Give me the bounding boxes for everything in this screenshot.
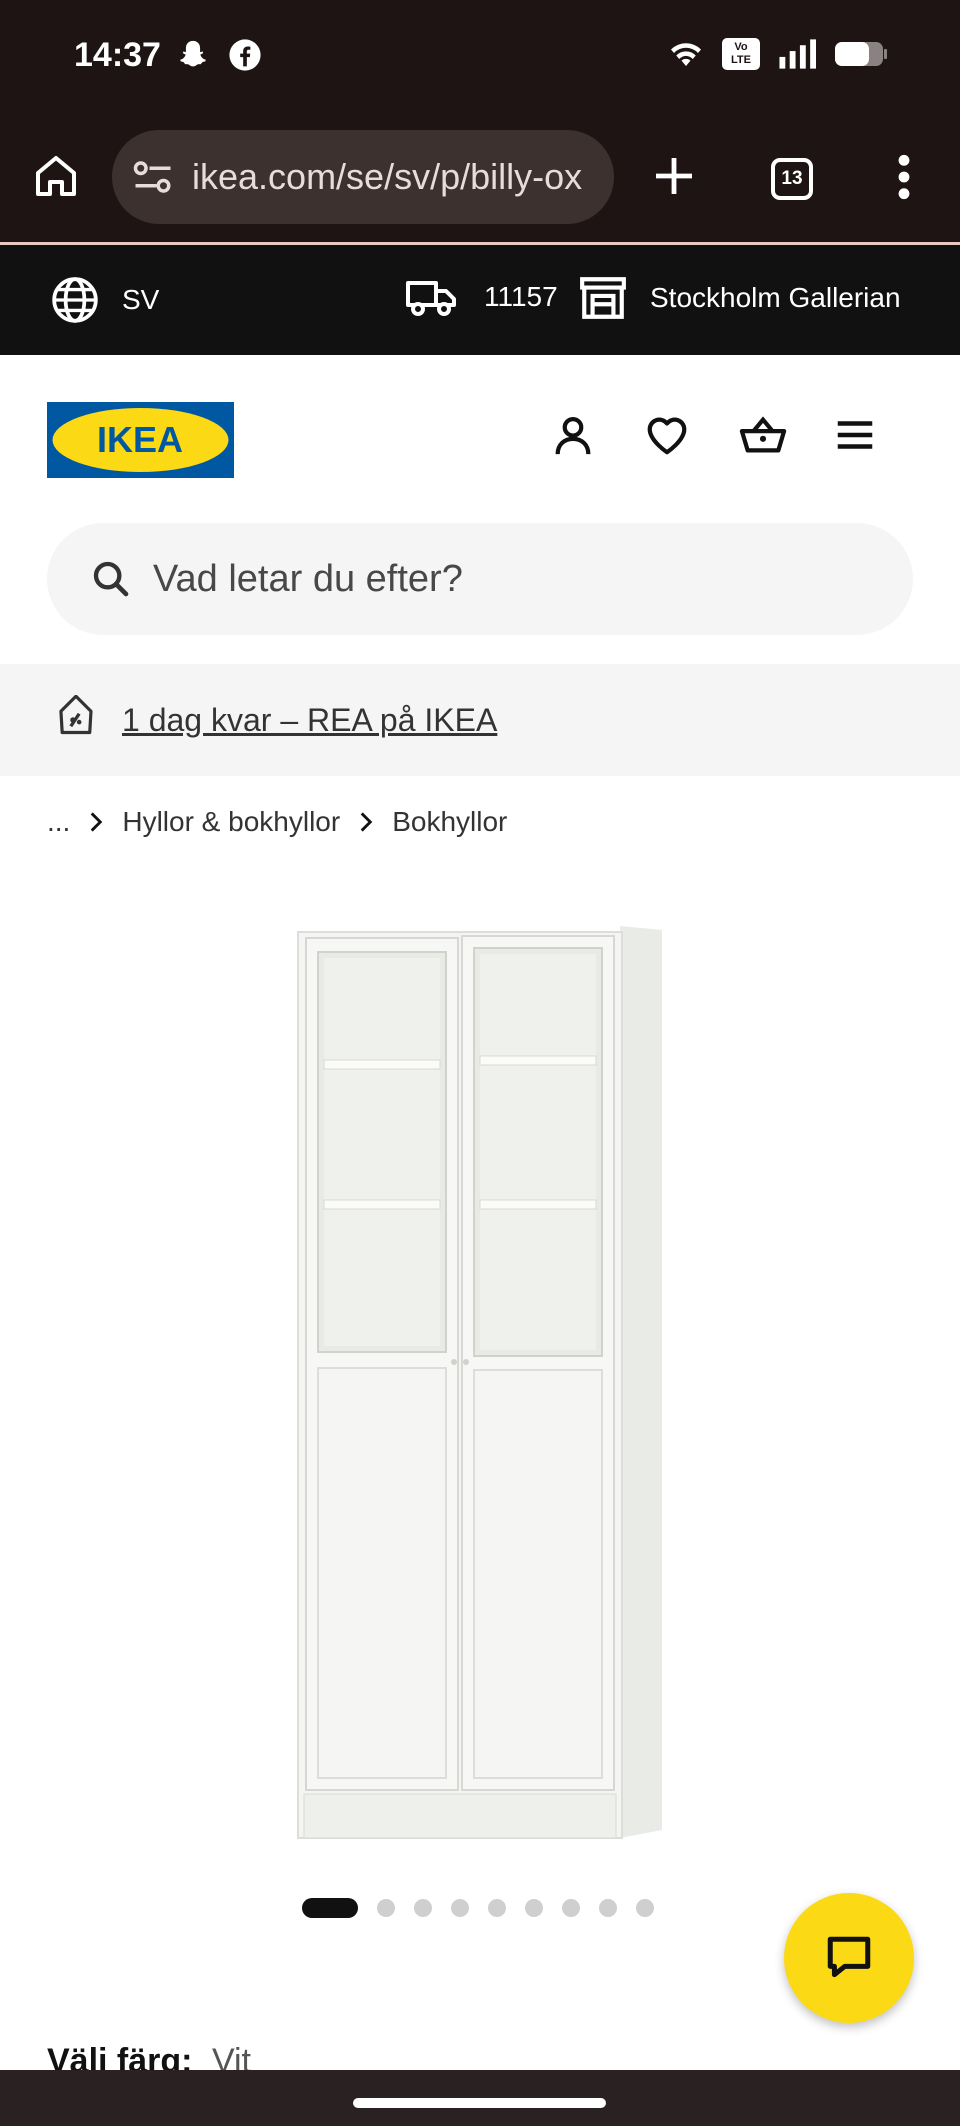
truck-icon — [406, 281, 456, 316]
new-tab-button[interactable] — [650, 152, 698, 200]
store-label: Stockholm Gallerian — [650, 282, 901, 313]
breadcrumb-bookcases[interactable]: Bokhyllor — [392, 806, 507, 838]
chevron-right-icon — [91, 812, 103, 832]
browser-toolbar: ikea.com/se/sv/p/billy-ox 13 — [0, 112, 960, 245]
carousel-dot[interactable] — [599, 1899, 617, 1917]
globe-icon — [52, 277, 98, 323]
carousel-dot[interactable] — [562, 1899, 580, 1917]
carousel-dot[interactable] — [451, 1899, 469, 1917]
snapchat-icon — [180, 40, 206, 67]
carousel-dot[interactable] — [525, 1899, 543, 1917]
carousel-dot[interactable] — [377, 1899, 395, 1917]
search-input[interactable]: Vad letar du efter? — [47, 523, 913, 635]
ikea-logo[interactable]: IKEA — [47, 402, 234, 478]
more-vertical-icon — [898, 154, 910, 200]
breadcrumb-shelves[interactable]: Hyllor & bokhyllor — [122, 806, 340, 838]
hamburger-icon — [837, 421, 873, 449]
battery-icon — [835, 42, 887, 66]
status-time: 14:37 — [74, 36, 161, 74]
info-strip: SV 11157 Stockholm Gallerian — [0, 245, 960, 355]
menu-button[interactable] — [832, 412, 878, 458]
carousel-dot[interactable] — [636, 1899, 654, 1917]
delivery-zip[interactable]: 11157 — [406, 275, 558, 319]
svg-text:IKEA: IKEA — [97, 419, 183, 460]
account-button[interactable] — [550, 412, 596, 458]
basket-icon — [739, 416, 787, 453]
search-placeholder: Vad letar du efter? — [153, 557, 463, 600]
volte-icon: Vo LTE — [722, 38, 760, 70]
carousel-dot[interactable] — [488, 1899, 506, 1917]
store-icon — [580, 277, 626, 319]
image-carousel-indicator — [302, 1898, 654, 1918]
promo-link[interactable]: 1 dag kvar – REA på IKEA — [122, 702, 497, 739]
language-selector[interactable]: SV — [50, 275, 159, 325]
language-label: SV — [122, 284, 160, 315]
home-gesture-indicator[interactable] — [353, 2098, 606, 2108]
chat-icon — [827, 1936, 871, 1978]
search-icon — [93, 561, 129, 597]
carousel-dot-active[interactable] — [302, 1898, 358, 1918]
carousel-dot[interactable] — [414, 1899, 432, 1917]
zip-label: 11157 — [484, 281, 558, 312]
breadcrumb: ... Hyllor & bokhyllor Bokhyllor — [47, 806, 507, 838]
home-icon — [36, 156, 76, 196]
wifi-icon — [671, 43, 701, 66]
site-settings-icon[interactable] — [132, 159, 174, 195]
facebook-icon — [229, 39, 261, 71]
breadcrumb-ellipsis[interactable]: ... — [47, 806, 70, 838]
favorites-button[interactable] — [644, 412, 690, 458]
home-button[interactable] — [32, 152, 80, 200]
chevron-right-icon — [360, 812, 373, 832]
price-tag-icon — [59, 695, 93, 735]
url-text: ikea.com/se/sv/p/billy-ox — [192, 156, 583, 197]
status-bar: 14:37 Vo LTE — [0, 0, 960, 112]
address-bar[interactable]: ikea.com/se/sv/p/billy-ox — [112, 130, 614, 224]
tab-switcher-button[interactable]: 13 — [771, 158, 813, 200]
user-icon — [555, 416, 591, 455]
browser-menu-button[interactable] — [892, 152, 916, 202]
product-image[interactable] — [290, 918, 670, 1848]
plus-icon — [656, 158, 692, 194]
signal-icon — [779, 39, 816, 69]
heart-icon — [647, 417, 687, 455]
store-selector[interactable]: Stockholm Gallerian — [578, 275, 901, 321]
promo-banner: 1 dag kvar – REA på IKEA — [0, 664, 960, 776]
chat-button[interactable] — [784, 1893, 914, 2023]
cart-button[interactable] — [738, 412, 787, 458]
